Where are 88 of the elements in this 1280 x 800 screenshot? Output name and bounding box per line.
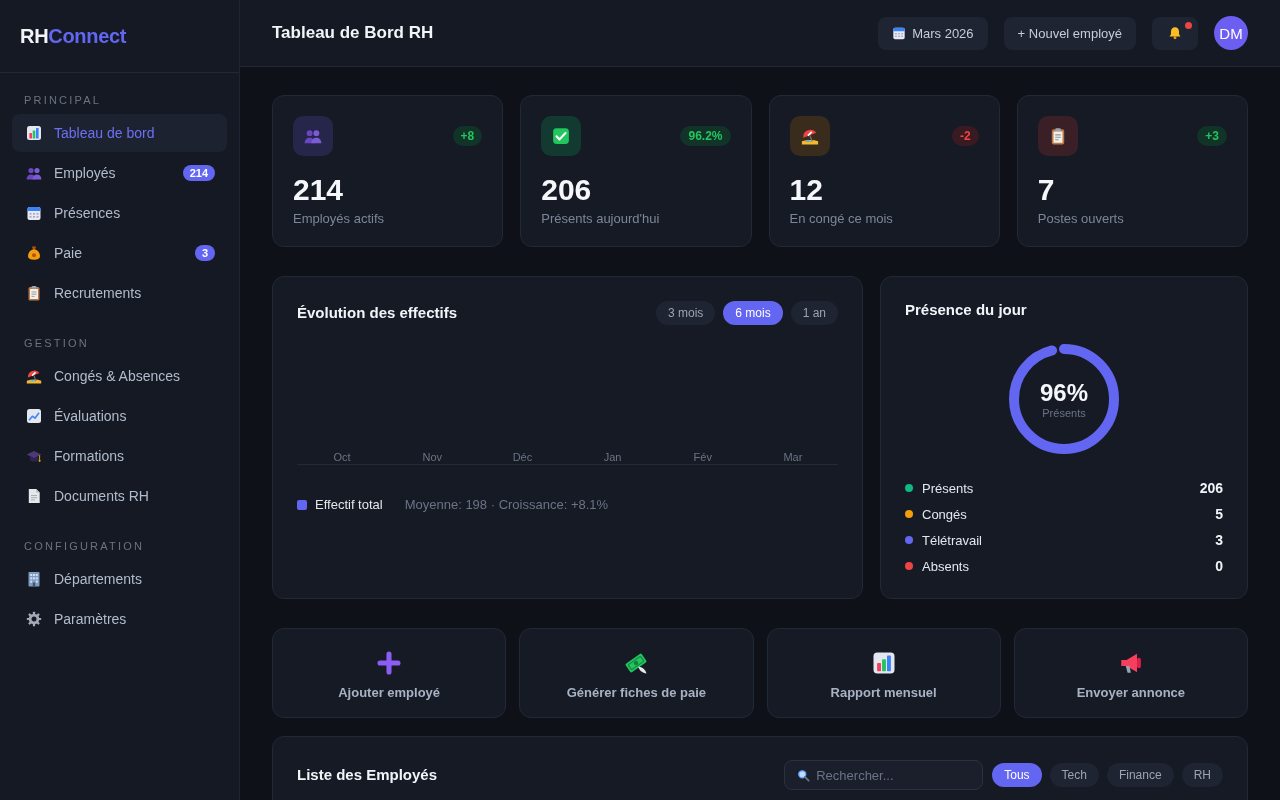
count-badge: 3 [194,245,215,261]
period-tab[interactable]: 1 an [790,301,838,325]
bar-chart-icon [26,125,42,141]
stat-label: Présents aujourd'hui [541,210,661,228]
money-bag-icon [26,245,42,261]
clipboard-icon [26,285,42,301]
change-badge: +3 [1197,126,1227,146]
nav-item[interactable]: Documents RH [12,477,227,515]
notifications-button[interactable] [1152,16,1198,50]
filter-chip[interactable]: Finance [1106,763,1174,787]
search-icon [797,768,811,782]
legend-value: 0 [1215,558,1223,574]
card-title: Liste des Employés [297,765,438,785]
month-button[interactable]: Mars 2026 [878,16,988,50]
bar-chart-icon [871,651,896,675]
period-tab[interactable]: 3 mois [655,301,716,325]
chart-summary: Moyenne: 198 · Croissance: +8.1% [404,496,609,514]
nav-item[interactable]: Évaluations [12,397,227,435]
megaphone-icon [1118,651,1143,675]
section-title: GESTION [24,336,89,350]
nav-item[interactable]: Employés 214 [12,154,227,192]
axis-label: Déc [512,450,533,464]
card-title: Évolution des effectifs [297,303,458,323]
nav-item[interactable]: Départements [12,560,227,598]
legend-value: 5 [1215,506,1223,522]
axis-label: Jan [603,450,622,464]
document-icon [26,488,42,504]
office-building-icon [26,571,42,587]
quick-action-button[interactable]: Ajouter employé [272,628,507,718]
legend-label: Congés [922,506,967,522]
search-field[interactable]: Rechercher... [784,760,984,790]
nav-item[interactable]: Recrutements [12,274,227,312]
calendar-icon [26,205,42,221]
app-logo: RHConnect [20,24,127,48]
nav-item[interactable]: Tableau de bord [12,114,227,152]
axis-label: Oct [333,450,351,464]
change-badge: +8 [452,126,483,146]
legend-label: Télétravail [922,532,982,548]
card-title: Présence du jour [905,300,1028,320]
clipboard-icon [1037,116,1078,156]
count-badge: 214 [182,165,215,181]
nav-item[interactable]: Paramètres [12,600,227,638]
page-title: Tableau de Bord RH [272,22,434,44]
bell-icon [1168,26,1182,40]
stat-value: 12 [789,173,824,207]
quick-action-button[interactable]: Générer fiches de paie [519,628,754,718]
axis-label: Mar [783,450,803,464]
legend-label: Effectif total [315,496,383,514]
section-title: CONFIGURATION [24,539,145,553]
calendar-icon [892,26,907,40]
nav-item[interactable]: Congés & Absences [12,357,227,395]
axis-label: Fév [693,450,712,464]
line-chart-icon [26,408,42,424]
nav-item[interactable]: Paie 3 [12,234,227,272]
stat-label: Postes ouverts [1037,210,1125,228]
nav-item[interactable]: Formations [12,437,227,475]
legend-label: Présents [922,480,974,496]
stat-label: En congé ce mois [789,210,894,228]
stat-label: Employés actifs [293,210,386,228]
nav-item[interactable]: Présences [12,194,227,232]
stat-value: 7 [1037,173,1056,207]
legend-value: 3 [1215,532,1223,548]
axis-label: Nov [422,450,442,464]
change-badge: 96.2% [680,126,731,146]
ring-value: 96% [1039,378,1088,407]
ring-caption: Présents [1042,406,1086,420]
settings-icon [26,611,42,627]
quick-action-button[interactable]: Rapport mensuel [766,628,1001,718]
quick-action-button[interactable]: Envoyer annonce [1013,628,1248,718]
graduation-cap-icon [26,448,42,464]
legend-label: Absents [922,558,969,574]
filter-chip[interactable]: RH [1181,763,1223,787]
user-avatar[interactable]: DM [1214,16,1248,50]
new-employee-button[interactable]: + Nouvel employé [1003,16,1136,50]
period-tab[interactable]: 6 mois [723,301,783,325]
legend-value: 206 [1199,480,1223,496]
people-icon [26,165,42,181]
change-badge: -2 [952,126,979,146]
beach-umbrella-icon [789,116,830,156]
beach-umbrella-icon [26,368,42,384]
check-box-icon [541,116,582,156]
stat-value: 214 [293,173,345,207]
filter-chip[interactable]: Tous [992,763,1042,787]
people-icon [293,116,333,156]
stat-value: 206 [541,173,593,207]
section-title: PRINCIPAL [24,93,102,107]
filter-chip[interactable]: Tech [1049,763,1099,787]
plus-icon [377,651,402,675]
